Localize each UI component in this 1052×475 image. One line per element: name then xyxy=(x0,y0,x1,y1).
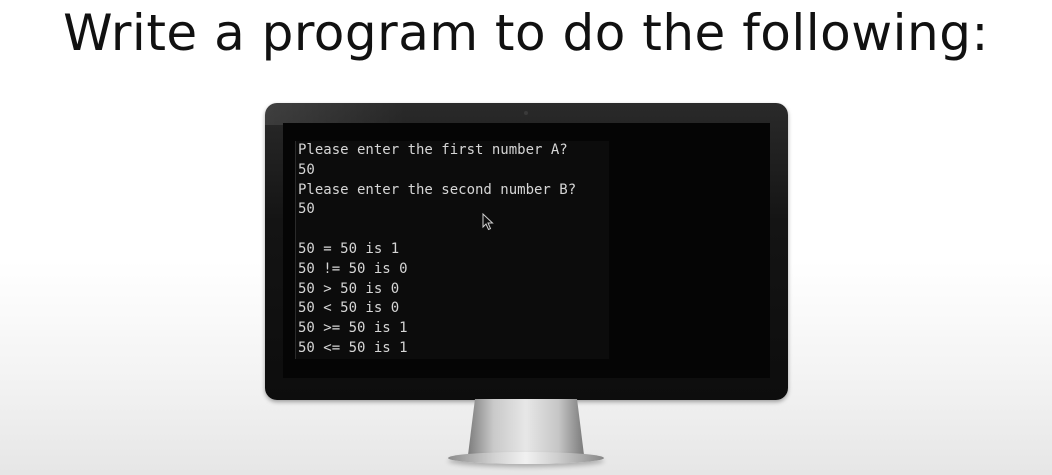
console-line: 50 < 50 is 0 xyxy=(298,300,400,317)
monitor-glare xyxy=(265,103,405,125)
console-line: 50 > 50 is 0 xyxy=(298,280,400,297)
mouse-pointer-icon xyxy=(482,213,494,231)
monitor-stand xyxy=(468,399,584,455)
console-line: 50 = 50 is 1 xyxy=(298,240,400,257)
camera-icon xyxy=(524,111,528,115)
console-line: 50 != 50 is 0 xyxy=(298,260,408,277)
console-line: 50 >= 50 is 1 xyxy=(298,320,408,337)
console-line: Please enter the second number B? xyxy=(298,181,577,198)
monitor: Please enter the first number A? 50 Plea… xyxy=(265,103,788,400)
console-window[interactable]: Please enter the first number A? 50 Plea… xyxy=(295,141,609,359)
monitor-stand-base xyxy=(448,452,604,464)
console-line: 50 xyxy=(298,201,315,218)
console-line: 50 xyxy=(298,161,315,178)
console-line: 50 <= 50 is 1 xyxy=(298,339,408,356)
slide-title: Write a program to do the following: xyxy=(63,4,989,62)
console-line: Please enter the first number A? xyxy=(298,142,568,158)
monitor-screen: Please enter the first number A? 50 Plea… xyxy=(283,123,770,378)
